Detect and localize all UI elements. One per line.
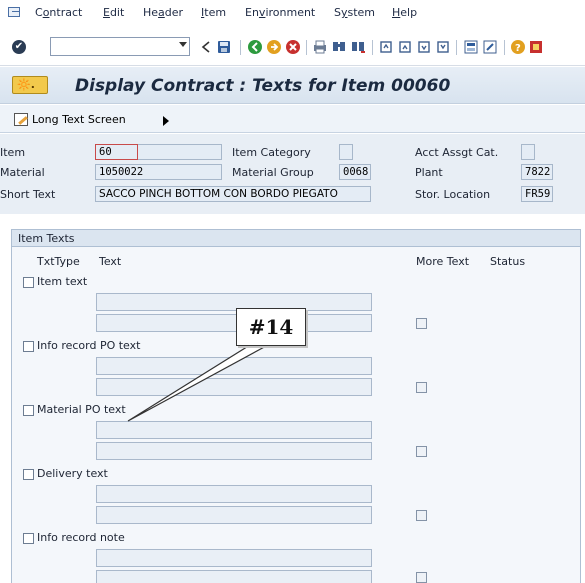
prev-page-icon[interactable] <box>397 39 413 55</box>
application-toolbar: Long Text Screen <box>0 105 585 133</box>
find-next-icon[interactable] <box>350 39 366 55</box>
menu-edit[interactable]: Edit <box>103 6 124 19</box>
page-title: Display Contract : Texts for Item 00060 <box>75 76 451 96</box>
standard-toolbar: ✔ ? <box>0 30 585 66</box>
toolbar-separator <box>456 40 457 55</box>
menu-system[interactable]: System <box>334 6 375 19</box>
create-session-icon[interactable] <box>463 39 479 55</box>
layout-icon[interactable] <box>528 39 544 55</box>
menu-help[interactable]: Help <box>392 6 417 19</box>
help-icon[interactable]: ? <box>510 39 526 55</box>
command-field[interactable] <box>50 37 190 56</box>
item-field-filler <box>138 144 222 160</box>
info-record-note-label: Info record note <box>37 531 125 544</box>
chevron-down-icon[interactable] <box>179 42 187 47</box>
back-icon[interactable] <box>247 39 263 55</box>
item-label: Item <box>0 146 26 159</box>
material-po-text-checkbox[interactable] <box>23 405 34 416</box>
material-po-text-label: Material PO text <box>37 403 126 416</box>
material-po-text-line-2[interactable] <box>96 442 372 460</box>
stor-location-label: Stor. Location <box>415 188 491 201</box>
long-text-screen-button[interactable]: Long Text Screen <box>14 110 126 128</box>
plant-label: Plant <box>415 166 443 179</box>
find-icon[interactable] <box>331 39 347 55</box>
exit-icon[interactable] <box>266 39 282 55</box>
acct-assgt-cat-field[interactable] <box>521 144 535 160</box>
delivery-text-more-text-indicator[interactable] <box>416 510 427 521</box>
item-text-label: Item text <box>37 275 88 288</box>
menu-header[interactable]: Header <box>143 6 183 19</box>
material-field[interactable]: 1050022 <box>95 164 222 180</box>
column-header-txttype: TxtType <box>37 255 80 268</box>
toolbar-separator <box>306 40 307 55</box>
delivery-text-checkbox[interactable] <box>23 469 34 480</box>
short-text-field[interactable]: SACCO PINCH BOTTOM CON BORDO PIEGATO <box>95 186 371 202</box>
info-record-po-text-line-2[interactable] <box>96 378 372 396</box>
toolbar-separator <box>240 40 241 55</box>
sap-transaction-icon[interactable]: 🔆. <box>12 76 48 94</box>
item-texts-group-title: Item Texts <box>12 230 580 247</box>
toolbar-separator <box>372 40 373 55</box>
material-group-field[interactable]: 0068 <box>339 164 371 180</box>
column-header-status: Status <box>490 255 526 268</box>
back-arrow-icon[interactable] <box>198 39 214 55</box>
item-texts-group: Item Texts TxtType Text More Text Status… <box>11 229 581 583</box>
short-text-label: Short Text <box>0 188 56 201</box>
material-po-text-line-1[interactable] <box>96 421 372 439</box>
system-menu-icon[interactable] <box>8 7 20 17</box>
acct-assgt-cat-label: Acct Assgt Cat. <box>415 146 499 159</box>
save-icon[interactable] <box>216 39 232 55</box>
item-text-checkbox[interactable] <box>23 277 34 288</box>
next-page-icon[interactable] <box>416 39 432 55</box>
info-record-po-text-more-text-indicator[interactable] <box>416 382 427 393</box>
info-record-po-text-checkbox[interactable] <box>23 341 34 352</box>
menu-bar: Contract Edit Header Item Environment Sy… <box>0 0 585 24</box>
item-field[interactable]: 60 <box>95 144 138 160</box>
annotation-callout: #14 <box>236 308 306 346</box>
header-fields-area: Item 60 Item Category Acct Assgt Cat. Ma… <box>0 134 585 214</box>
info-record-note-line-1[interactable] <box>96 549 372 567</box>
material-label: Material <box>0 166 45 179</box>
info-record-note-checkbox[interactable] <box>23 533 34 544</box>
info-record-po-text-label: Info record PO text <box>37 339 141 352</box>
menu-environment[interactable]: Environment <box>245 6 315 19</box>
item-text-line-1[interactable] <box>96 293 372 311</box>
last-page-icon[interactable] <box>435 39 451 55</box>
material-group-label: Material Group <box>232 166 314 179</box>
title-bar: 🔆. Display Contract : Texts for Item 000… <box>0 67 585 104</box>
info-record-po-text-line-1[interactable] <box>96 357 372 375</box>
delivery-text-line-2[interactable] <box>96 506 372 524</box>
item-category-label: Item Category <box>232 146 311 159</box>
info-record-note-line-2[interactable] <box>96 570 372 583</box>
item-text-line-2[interactable] <box>96 314 372 332</box>
svg-text:?: ? <box>515 43 521 54</box>
shortcut-icon[interactable] <box>482 39 498 55</box>
delivery-text-label: Delivery text <box>37 467 108 480</box>
column-header-more-text: More Text <box>416 255 470 268</box>
material-po-text-more-text-indicator[interactable] <box>416 446 427 457</box>
toolbar-separator <box>504 40 505 55</box>
print-icon[interactable] <box>312 39 328 55</box>
cancel-icon[interactable] <box>285 39 301 55</box>
plant-field[interactable]: 7822 <box>521 164 553 180</box>
item-text-more-text-indicator[interactable] <box>416 318 427 329</box>
menu-item[interactable]: Item <box>201 6 226 19</box>
delivery-text-line-1[interactable] <box>96 485 372 503</box>
stor-location-field[interactable]: FR59 <box>521 186 553 202</box>
item-category-field[interactable] <box>339 144 353 160</box>
more-functions-arrow-icon[interactable] <box>163 116 169 126</box>
menu-contract[interactable]: Contract <box>35 6 82 19</box>
edit-pencil-icon <box>14 112 28 126</box>
first-page-icon[interactable] <box>378 39 394 55</box>
long-text-screen-label: Long Text Screen <box>32 112 126 126</box>
enter-icon[interactable]: ✔ <box>12 40 26 54</box>
column-header-text: Text <box>99 255 122 268</box>
info-record-note-more-text-indicator[interactable] <box>416 572 427 583</box>
